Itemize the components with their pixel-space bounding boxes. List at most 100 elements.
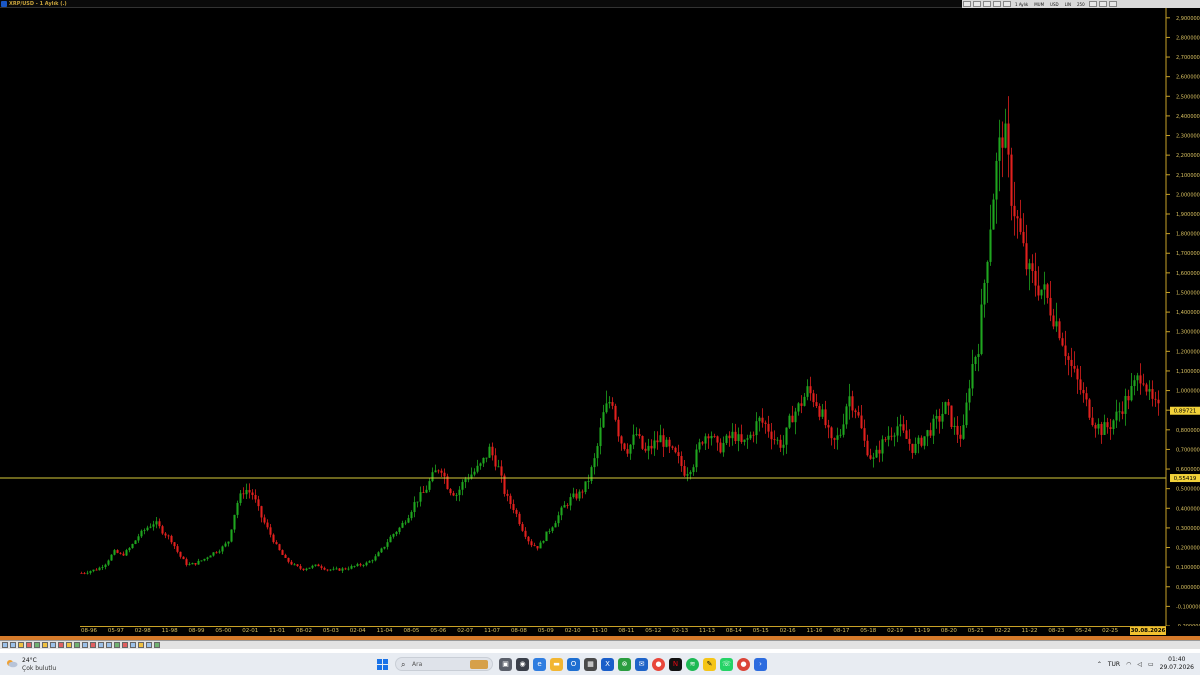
tool-icon[interactable] (98, 642, 104, 648)
minimize-button[interactable] (1088, 1, 1097, 7)
candle-body (1016, 216, 1019, 219)
tool-icon[interactable] (138, 642, 144, 648)
tool-icon[interactable] (2, 642, 8, 648)
chrome-icon[interactable]: ● (652, 657, 665, 671)
candle-body (353, 565, 356, 567)
tool-icon[interactable] (106, 642, 112, 648)
candle-body (1040, 289, 1043, 296)
chart-canvas[interactable]: 2,900000 2,800000 2,700000 2,600000 2,500000… (0, 8, 1200, 630)
candle-body (572, 493, 575, 498)
candle-body (164, 533, 167, 536)
candle-body (1064, 345, 1067, 357)
tool-icon[interactable] (90, 642, 96, 648)
candle-body (284, 554, 287, 558)
tool-icon[interactable] (130, 642, 136, 648)
candle-body (647, 445, 650, 451)
microsoft-store-icon[interactable]: ▦ (584, 657, 597, 671)
tool-icon[interactable] (74, 642, 80, 648)
start-icon[interactable] (376, 658, 389, 671)
tool-icon[interactable] (10, 642, 16, 648)
mail-icon[interactable]: ✉ (635, 657, 648, 671)
tool-icon[interactable] (58, 642, 64, 648)
battery-icon[interactable]: ▭ (1148, 661, 1154, 668)
candle-body (89, 571, 92, 573)
candle-body (416, 501, 419, 503)
tool-icon[interactable] (34, 642, 40, 648)
tool-icon[interactable] (66, 642, 72, 648)
candle-body (395, 531, 398, 535)
candle-body (767, 423, 770, 432)
candle-body (986, 261, 989, 283)
toolbar-button[interactable] (983, 1, 991, 7)
x-tick-label: 05-12 (645, 628, 662, 634)
candle-body (743, 439, 746, 442)
sticky-notes-icon[interactable]: ✎ (703, 657, 716, 671)
scale-selector[interactable]: LIN (1062, 2, 1074, 7)
period-selector[interactable]: 1 Aylık (1012, 2, 1031, 7)
toolbar-button[interactable] (973, 1, 981, 7)
candle-body (248, 489, 251, 493)
candle-body (1127, 395, 1130, 401)
bar-count-selector[interactable]: 250 (1074, 2, 1088, 7)
price-chart[interactable]: 2,900000 2,800000 2,700000 2,600000 2,500000… (0, 8, 1200, 630)
currency-selector[interactable]: USD (1047, 2, 1062, 7)
file-explorer-icon[interactable]: ▬ (550, 657, 563, 671)
x-tick-label: 11-22 (1021, 628, 1038, 634)
x-tick-label: 11-98 (161, 628, 178, 634)
netflix-icon[interactable]: N (669, 657, 682, 671)
candle-body (209, 555, 212, 558)
tool-icon[interactable] (154, 642, 160, 648)
excel-icon[interactable]: X (601, 657, 614, 671)
chart-type-selector[interactable]: MUM (1031, 2, 1047, 7)
chevron-up-icon[interactable]: ⌃ (1097, 661, 1102, 668)
toolbar-button[interactable] (1003, 1, 1011, 7)
y-tick-label: 0,500000 (1176, 487, 1200, 493)
candle-body (245, 489, 248, 495)
candle-body (521, 524, 524, 531)
candle-body (1049, 297, 1052, 316)
toolbar-button[interactable] (993, 1, 1001, 7)
candle-body (662, 435, 665, 447)
widgets-icon[interactable]: ◉ (516, 657, 529, 671)
y-tick-label: 2,500000 (1176, 94, 1200, 100)
candle-body (1007, 123, 1010, 155)
candle-body (218, 551, 221, 553)
candle-body (695, 449, 698, 468)
clock[interactable]: 01:40 29.07.2026 (1160, 656, 1194, 672)
candle-body (299, 566, 302, 569)
close-button[interactable] (1108, 1, 1117, 7)
whatsapp-icon[interactable]: ☏ (720, 657, 733, 671)
candle-body (1028, 263, 1031, 270)
tool-icon[interactable] (146, 642, 152, 648)
xbox-icon[interactable]: ⊗ (618, 657, 631, 671)
tool-icon[interactable] (122, 642, 128, 648)
weather-widget[interactable]: 24°C Çok bulutlu (6, 656, 66, 672)
chrome-profile-icon[interactable]: ● (737, 657, 750, 671)
x-tick-label: 02-98 (134, 628, 151, 634)
candle-body (590, 467, 593, 482)
wifi-icon[interactable]: ◠ (1126, 661, 1131, 668)
candle-body (968, 388, 971, 403)
outlook-icon[interactable]: O (567, 657, 580, 671)
tool-icon[interactable] (114, 642, 120, 648)
search-box[interactable]: ⌕ Ara (395, 657, 493, 671)
tool-icon[interactable] (82, 642, 88, 648)
terminal-icon[interactable]: › (754, 657, 767, 671)
language-indicator[interactable]: TUR (1108, 661, 1120, 668)
toolbar-button[interactable] (963, 1, 971, 7)
candle-body (656, 440, 659, 443)
task-view-icon[interactable]: ▣ (499, 657, 512, 671)
candle-body (614, 405, 617, 420)
maximize-button[interactable] (1098, 1, 1107, 7)
window-title: XRP/USD - 1 Aylık (.) (9, 1, 67, 7)
tool-icon[interactable] (18, 642, 24, 648)
candle-body (863, 428, 866, 441)
x-tick-label: 11-04 (376, 628, 393, 634)
tool-icon[interactable] (26, 642, 32, 648)
volume-icon[interactable]: ◁ (1137, 661, 1142, 668)
spotify-icon[interactable]: ≋ (686, 657, 699, 671)
tool-icon[interactable] (42, 642, 48, 648)
candle-body (851, 396, 854, 411)
tool-icon[interactable] (50, 642, 56, 648)
edge-icon[interactable]: e (533, 657, 546, 671)
